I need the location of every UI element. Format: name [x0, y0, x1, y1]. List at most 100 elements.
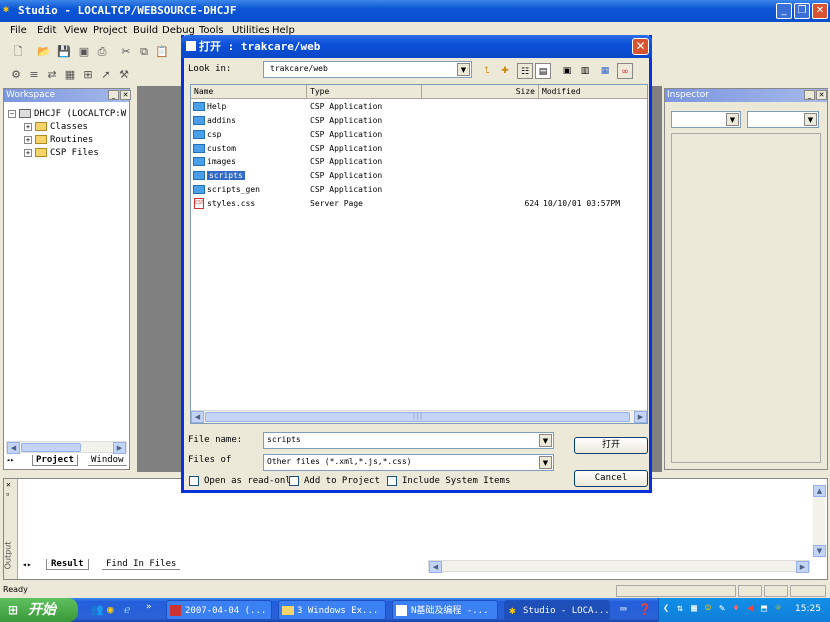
tray-network-icon[interactable]: ⇅	[677, 603, 683, 614]
tray-volume-icon[interactable]: ◀	[747, 603, 753, 614]
minimize-button[interactable]: _	[776, 3, 792, 19]
files-of-type-select[interactable]: Other files (*.xml,*.js,*.css) ▼	[263, 454, 554, 471]
file-row-selected[interactable]: scripts CSP Application	[191, 169, 647, 182]
file-list-hscroll[interactable]: ◀ ||| ▶	[191, 410, 647, 423]
scroll-thumb[interactable]: |||	[205, 412, 630, 422]
output-hscroll[interactable]: ◀ ▶	[428, 560, 810, 573]
column-modified[interactable]: Modified	[539, 85, 647, 99]
new-folder-icon[interactable]: ✚	[497, 63, 513, 79]
inspector-close-button[interactable]: ✕	[816, 90, 827, 100]
quicklaunch-users-icon[interactable]: 👥	[90, 603, 104, 616]
new-file-icon[interactable]: 🗋	[10, 44, 26, 60]
file-row[interactable]: addins CSP Application	[191, 114, 647, 127]
tray-app-icon[interactable]: ♦	[733, 603, 739, 614]
scroll-down-icon[interactable]: ▼	[813, 545, 826, 557]
csp-icon[interactable]: ∞	[617, 63, 633, 79]
file-row[interactable]: Help CSP Application	[191, 100, 647, 113]
tab-window[interactable]: Window	[88, 455, 127, 466]
workspace-hscroll[interactable]: ◀ ▶	[6, 441, 127, 454]
menu-build[interactable]: Build	[133, 25, 158, 36]
tray-messenger-icon[interactable]: ☺	[705, 603, 711, 614]
table-icon[interactable]: ▦	[62, 67, 78, 83]
scroll-right-icon[interactable]: ▶	[634, 411, 647, 423]
menu-edit[interactable]: Edit	[37, 25, 56, 36]
help-icon[interactable]: ❓	[638, 603, 652, 616]
add-to-project-checkbox[interactable]	[289, 476, 299, 486]
expand-icon[interactable]: +	[24, 148, 32, 157]
file-row[interactable]: CSS styles.css Server Page 624 10/10/01 0…	[191, 197, 647, 210]
list-view-icon[interactable]: ☷	[517, 63, 533, 79]
class-wizard-icon[interactable]: ⚙	[8, 67, 24, 83]
expand-icon[interactable]: +	[24, 135, 32, 144]
output-pin-icon[interactable]: ▫	[6, 491, 10, 498]
print-icon[interactable]: ⎙	[94, 44, 110, 60]
grid-icon[interactable]: ▦	[597, 63, 613, 79]
copy-icon[interactable]: ⧉	[136, 44, 152, 60]
file-row[interactable]: custom CSP Application	[191, 142, 647, 155]
routine-icon[interactable]: ≡	[26, 67, 42, 83]
task-windows-explorer[interactable]: 3 Windows Ex...	[278, 600, 386, 620]
workspace-close-button[interactable]: ✕	[120, 90, 131, 100]
output-vscroll[interactable]: ▲ ▼	[813, 485, 826, 557]
column-type[interactable]: Type	[307, 85, 422, 99]
chevron-down-icon[interactable]: ▼	[804, 113, 817, 126]
scroll-left-icon[interactable]: ◀	[7, 442, 20, 454]
collapse-icon[interactable]: −	[8, 109, 16, 118]
chevron-down-icon[interactable]: ▼	[457, 63, 470, 76]
start-button[interactable]: ⊞ 开始	[0, 598, 78, 622]
task-document[interactable]: N基础及编程 -...	[392, 600, 498, 620]
menu-view[interactable]: View	[64, 25, 88, 36]
file-row[interactable]: scripts_gen CSP Application	[191, 183, 647, 196]
server-icon[interactable]: ▥	[577, 63, 593, 79]
quicklaunch-media-icon[interactable]: ◉	[107, 603, 114, 616]
tray-security-icon[interactable]: ✎	[719, 603, 725, 614]
keyboard-icon[interactable]: ⌨	[620, 603, 627, 616]
tab-left-icon[interactable]: ◂▸	[6, 456, 14, 464]
quicklaunch-ie-icon[interactable]: ℯ	[124, 603, 131, 616]
chevron-down-icon[interactable]: ▼	[539, 434, 552, 447]
task-2007-04-04[interactable]: 2007-04-04 (...	[166, 600, 272, 620]
file-row[interactable]: images CSP Application	[191, 155, 647, 168]
scroll-thumb[interactable]	[21, 443, 81, 452]
quicklaunch-more-icon[interactable]: »	[146, 602, 151, 612]
output-close-icon[interactable]: ✕	[6, 480, 11, 489]
tab-result[interactable]: Result	[46, 559, 89, 570]
workspace-pin-button[interactable]: _	[108, 90, 119, 100]
file-row[interactable]: csp CSP Application	[191, 128, 647, 141]
tray-update-icon[interactable]: ⬒	[761, 603, 767, 614]
file-name-input[interactable]: scripts ▼	[263, 432, 554, 449]
tree-item-classes[interactable]: + Classes	[24, 122, 88, 132]
column-size[interactable]: Size	[422, 85, 539, 99]
tree-item-routines[interactable]: + Routines	[24, 135, 93, 145]
include-system-checkbox[interactable]	[387, 476, 397, 486]
tree-icon[interactable]: ⊞	[80, 67, 96, 83]
tab-project[interactable]: Project	[32, 455, 78, 466]
cancel-button[interactable]: Cancel	[574, 470, 648, 487]
scroll-up-icon[interactable]: ▲	[813, 485, 826, 497]
tab-left-icon[interactable]: ◂▸	[22, 560, 32, 569]
open-folder-icon[interactable]: 📂	[36, 44, 52, 60]
chevron-down-icon[interactable]: ▼	[726, 113, 739, 126]
task-studio[interactable]: ✱ Studio - LOCA...	[504, 600, 610, 620]
open-readonly-checkbox[interactable]	[189, 476, 199, 486]
tray-grid-icon[interactable]: ▦	[691, 603, 697, 614]
tray-alert-icon[interactable]: ☼	[775, 603, 781, 614]
dialog-close-button[interactable]: ✕	[632, 38, 649, 55]
chevron-down-icon[interactable]: ▼	[539, 456, 552, 469]
menu-project[interactable]: Project	[93, 25, 127, 36]
inspector-class-select[interactable]: ▼	[671, 111, 741, 128]
paste-icon[interactable]: 📋	[154, 44, 170, 60]
namespace-icon[interactable]: ▣	[559, 63, 575, 79]
tray-expand-icon[interactable]: ❮	[663, 603, 669, 614]
tree-item-csp-files[interactable]: + CSP Files	[24, 148, 99, 158]
up-folder-icon[interactable]: ⮤	[479, 63, 495, 79]
scroll-left-icon[interactable]: ◀	[191, 411, 204, 423]
inspector-pin-button[interactable]: _	[804, 90, 815, 100]
compile-icon[interactable]: ⇄	[44, 67, 60, 83]
column-name[interactable]: Name	[191, 85, 307, 99]
look-in-select[interactable]: trakcare/web ▼	[263, 61, 472, 78]
tree-root[interactable]: − DHCJF (LOCALTCP:W	[8, 109, 126, 119]
scroll-right-icon[interactable]: ▶	[113, 442, 126, 454]
save-all-icon[interactable]: ▣	[76, 44, 92, 60]
tab-find-in-files[interactable]: Find In Files	[102, 559, 181, 570]
